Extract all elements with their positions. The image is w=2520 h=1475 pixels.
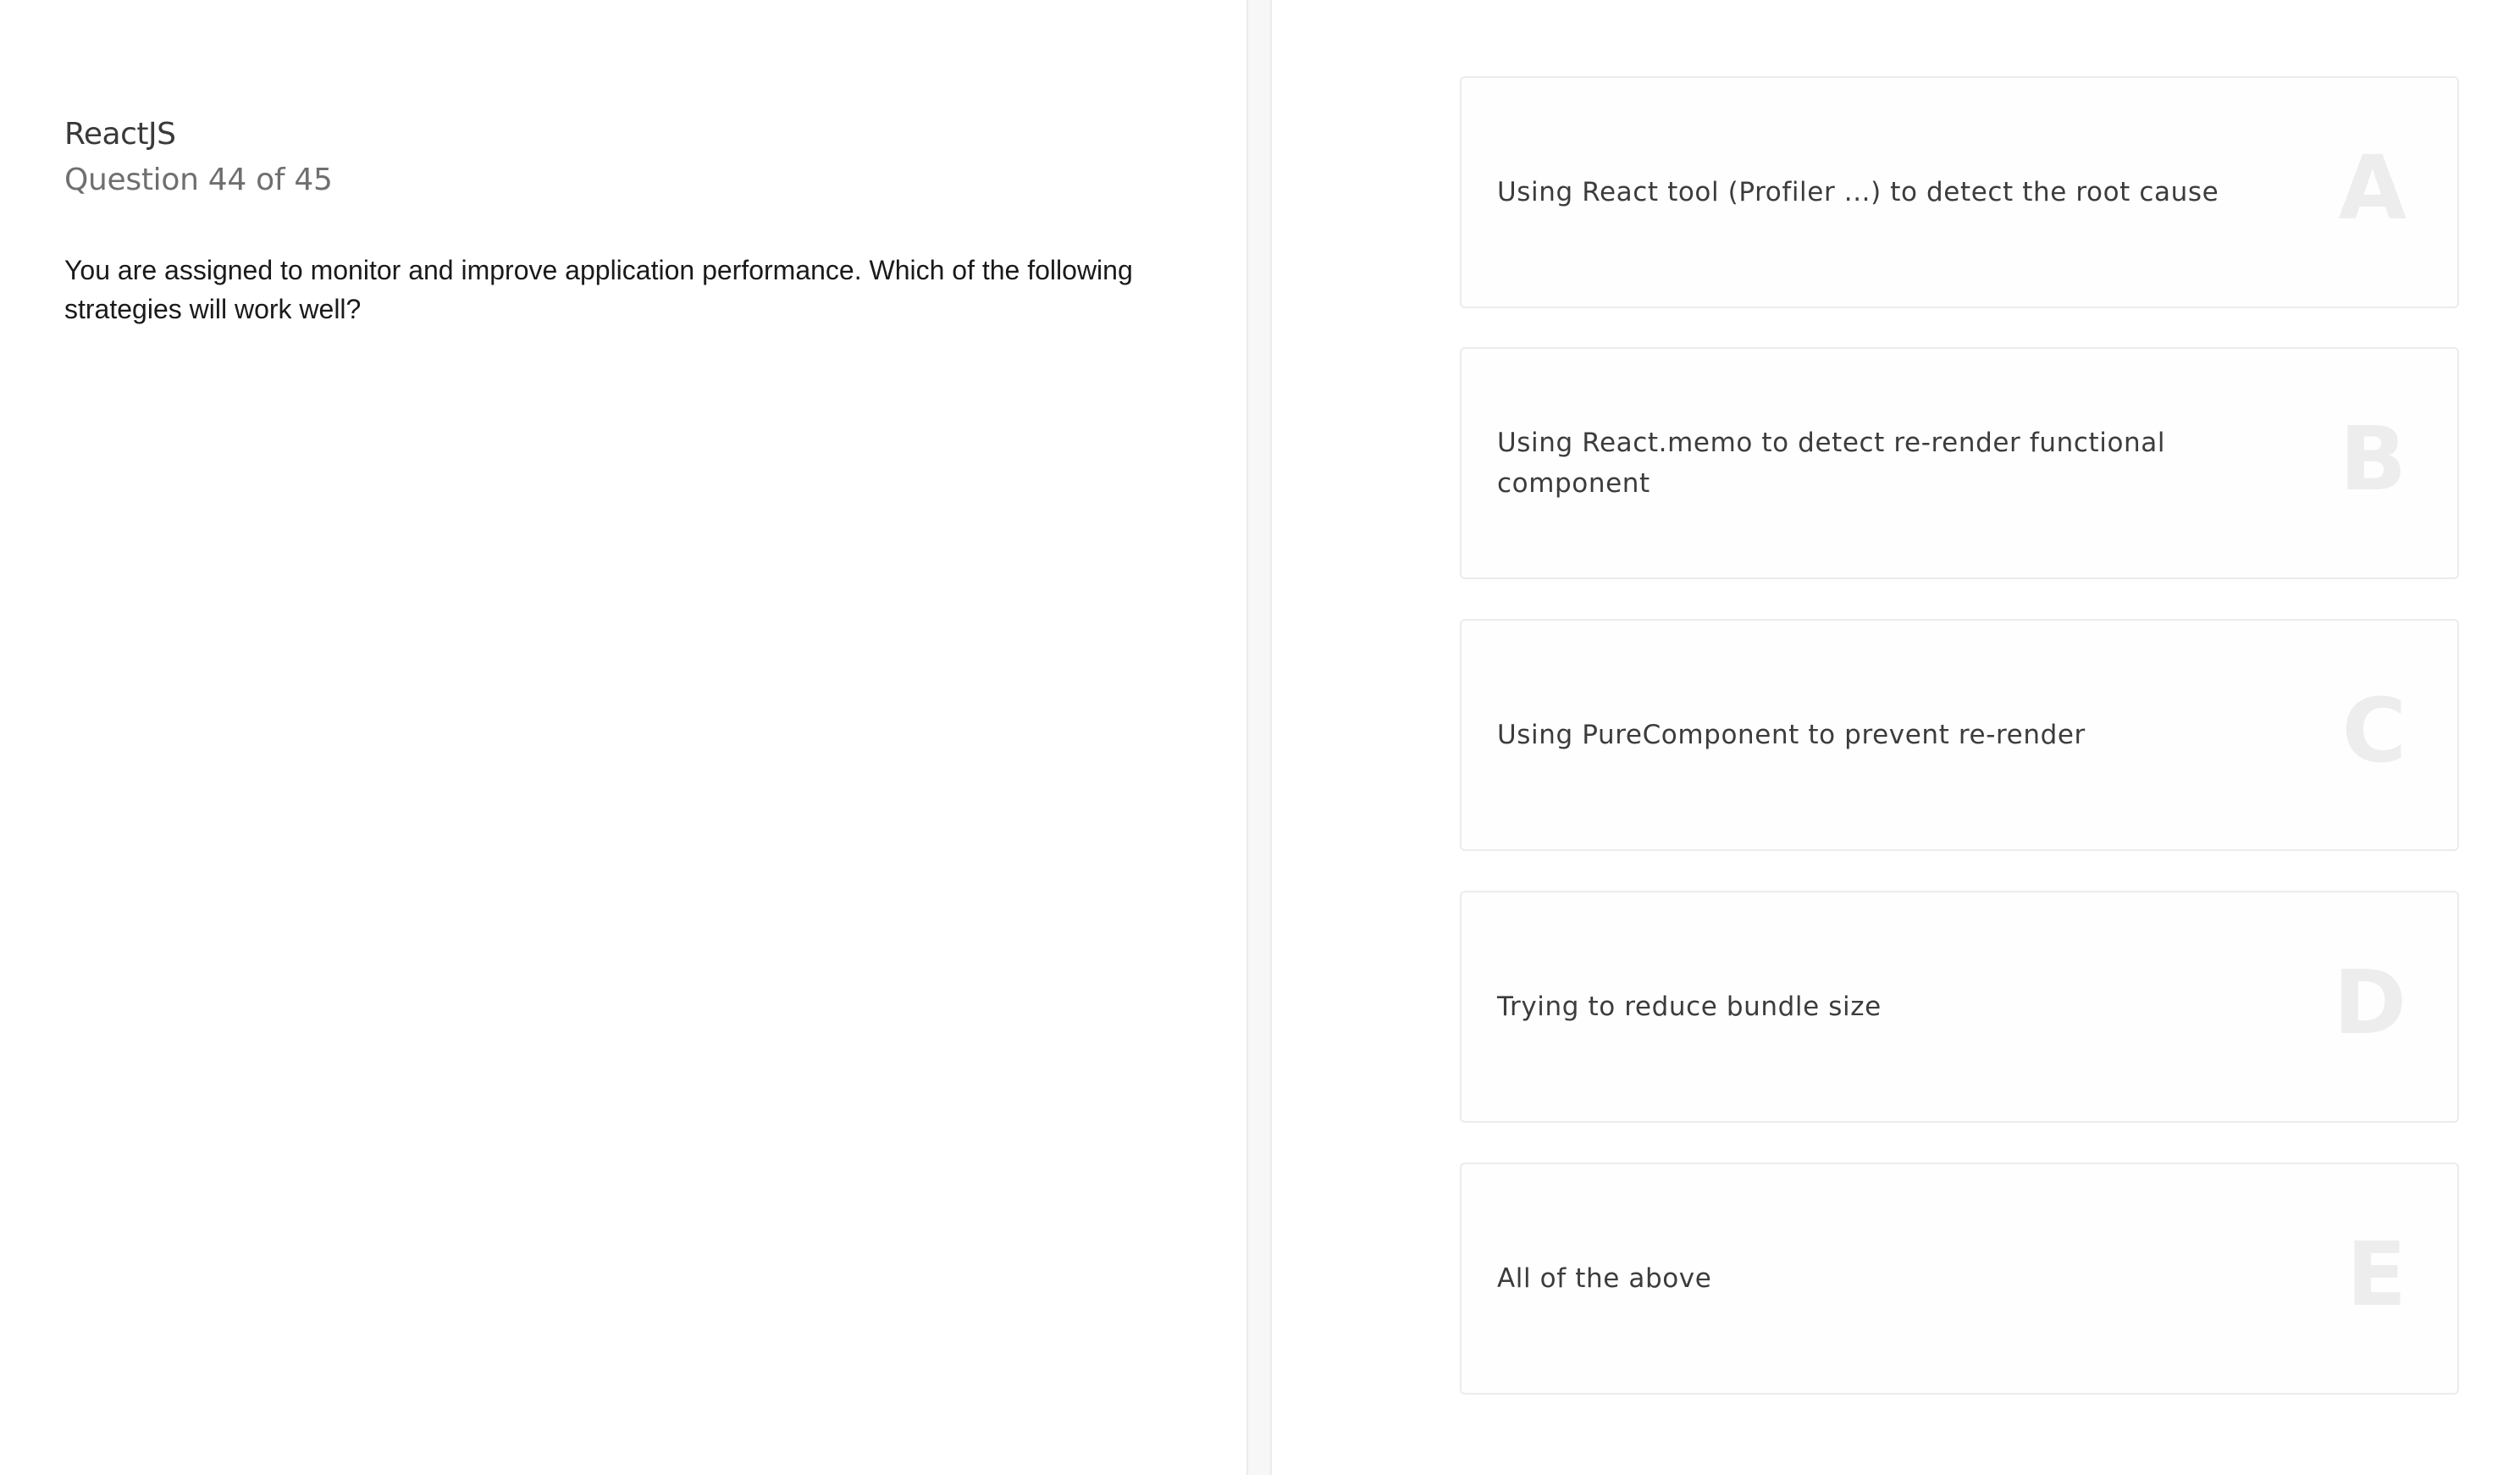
answer-option-letter: C	[2341, 678, 2407, 782]
pane-divider[interactable]	[1246, 0, 1272, 1475]
answer-option-letter: A	[2338, 135, 2407, 240]
answer-option-a[interactable]: Using React tool (Profiler ...) to detec…	[1460, 76, 2459, 308]
answer-option-d[interactable]: Trying to reduce bundle size D	[1460, 891, 2459, 1123]
answer-option-c[interactable]: Using PureComponent to prevent re-render…	[1460, 619, 2459, 851]
answer-option-letter: D	[2333, 950, 2407, 1054]
question-panel: ReactJS Question 44 of 45 You are assign…	[0, 0, 1246, 1475]
answers-panel: Using React tool (Profiler ...) to detec…	[1272, 0, 2520, 1475]
question-progress: Question 44 of 45	[64, 163, 333, 197]
quiz-subject: ReactJS	[64, 117, 176, 152]
answer-option-text: Trying to reduce bundle size	[1497, 992, 1882, 1022]
question-text: You are assigned to monitor and improve …	[64, 255, 1133, 324]
answer-option-text: Using React.memo to detect re-render fun…	[1497, 428, 2166, 499]
answer-option-text: Using PureComponent to prevent re-render	[1497, 720, 2086, 750]
answer-option-b[interactable]: Using React.memo to detect re-render fun…	[1460, 347, 2459, 579]
answer-option-letter: B	[2339, 406, 2407, 511]
answer-option-text: Using React tool (Profiler ...) to detec…	[1497, 177, 2219, 207]
answer-option-text: All of the above	[1497, 1263, 1712, 1294]
answer-option-letter: E	[2346, 1222, 2407, 1326]
answer-option-e[interactable]: All of the above E	[1460, 1163, 2459, 1395]
